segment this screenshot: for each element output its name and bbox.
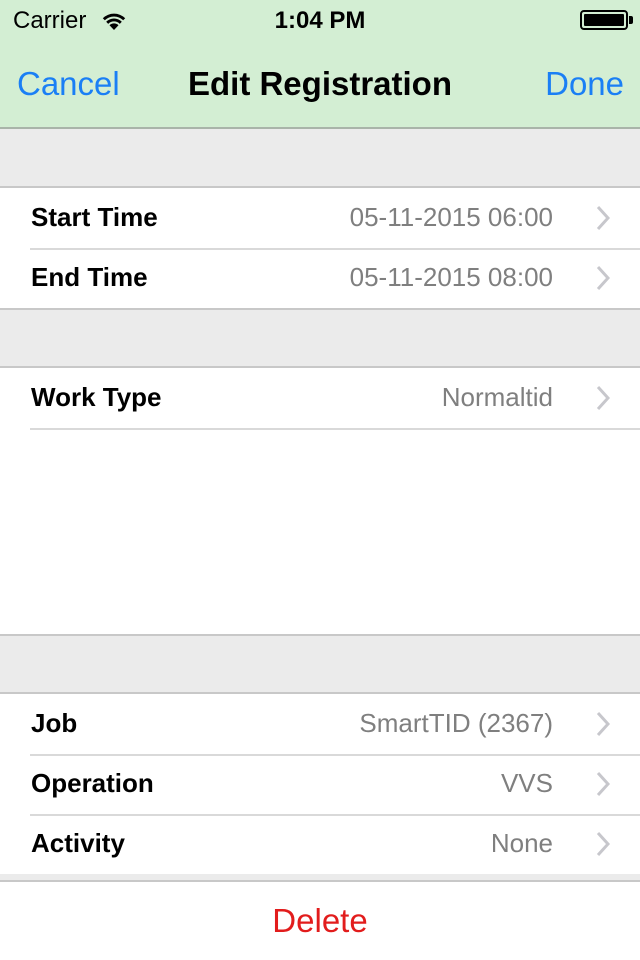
status-time: 1:04 PM (274, 7, 366, 34)
work-type-row[interactable]: Work Type Normaltid (0, 368, 640, 428)
chevron-right-icon (596, 711, 610, 737)
row-label: Start Time (31, 202, 158, 232)
battery-tip (629, 16, 633, 24)
row-value: 05-11-2015 08:00 (349, 262, 553, 292)
chevron-right-icon (596, 385, 610, 411)
start-time-row[interactable]: Start Time 05-11-2015 06:00 (0, 188, 640, 248)
header: Carrier 1:04 PM Cancel Edit Registration… (0, 0, 640, 129)
job-row[interactable]: Job SmartTID (2367) (0, 694, 640, 754)
row-value: 05-11-2015 06:00 (349, 202, 553, 232)
page-title: Edit Registration (187, 65, 453, 102)
row-separator (30, 428, 640, 430)
job-group: Job SmartTID (2367) Operation VVS Activi… (0, 692, 640, 874)
row-label: Operation (31, 768, 154, 798)
chevron-right-icon (596, 265, 610, 291)
operation-row[interactable]: Operation VVS (0, 754, 640, 814)
status-bar: Carrier 1:04 PM (0, 0, 640, 40)
time-group: Start Time 05-11-2015 06:00 End Time 05-… (0, 186, 640, 310)
row-label: Job (31, 708, 78, 738)
row-value: VVS (500, 768, 553, 798)
row-label: End Time (31, 262, 148, 292)
row-value: SmartTID (2367) (359, 708, 553, 738)
chevron-right-icon (596, 771, 610, 797)
delete-toolbar: Delete (0, 880, 640, 960)
done-button[interactable]: Done (545, 65, 624, 103)
nav-bar: Cancel Edit Registration Done (0, 40, 640, 128)
work-type-group: Work Type Normaltid (0, 366, 640, 636)
activity-row[interactable]: Activity None (0, 814, 640, 874)
chevron-right-icon (596, 205, 610, 231)
delete-button[interactable]: Delete (0, 902, 640, 940)
battery-icon (580, 10, 628, 30)
end-time-row[interactable]: End Time 05-11-2015 08:00 (0, 248, 640, 308)
chevron-right-icon (596, 831, 610, 857)
row-label: Activity (31, 828, 125, 858)
row-label: Work Type (31, 382, 162, 412)
row-value: Normaltid (441, 382, 553, 412)
row-value: None (490, 828, 553, 858)
